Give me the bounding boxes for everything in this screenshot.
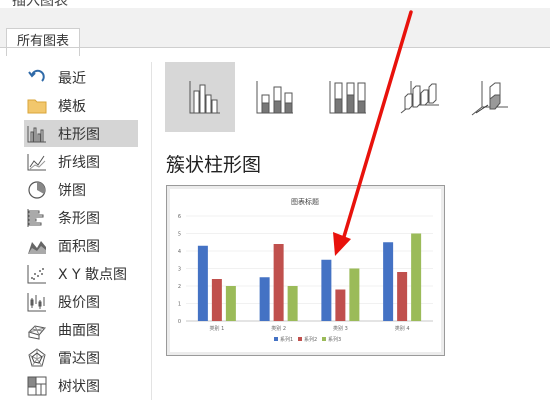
bar-系列3-4	[411, 233, 422, 321]
3d-stacked-column-icon[interactable]	[457, 62, 527, 132]
sidebar-item-label: 柱形图	[58, 126, 100, 143]
sidebar-item-label: 曲面图	[58, 322, 100, 339]
y-tick-label: 1	[178, 302, 181, 308]
chart-subtype-gallery	[165, 62, 550, 134]
x-tick-label: 类别 2	[271, 325, 286, 332]
bar-系列3-3	[349, 268, 360, 321]
sidebar-item-label: 饼图	[58, 182, 86, 199]
legend-label: 系列3	[328, 336, 341, 343]
bar-chart-icon	[26, 208, 48, 228]
x-tick-label: 类别 3	[333, 325, 348, 332]
sidebar-item-label: X Y 散点图	[58, 266, 128, 283]
chart-preview-canvas: 图表标题 0 1 2 3 4 5 6 类别 1 类别 2 类别 3 类别 4 系列1 系列2 系列3	[170, 189, 441, 352]
sidebar-item-scatter[interactable]: X Y 散点图	[24, 260, 138, 287]
legend-swatch	[274, 337, 278, 341]
y-tick-label: 3	[178, 267, 181, 273]
bar-系列1-4	[383, 242, 394, 321]
x-tick-label: 类别 4	[395, 325, 410, 332]
legend-label: 系列2	[304, 336, 317, 343]
bar-系列2-3	[335, 289, 346, 321]
legend-label: 系列1	[280, 336, 293, 343]
stacked-column-icon[interactable]	[238, 62, 308, 132]
3d-clustered-column-icon[interactable]	[384, 62, 454, 132]
line-chart-icon	[26, 152, 48, 172]
sidebar-item-stock[interactable]: 股价图	[24, 288, 138, 315]
treemap-chart-icon	[26, 376, 48, 396]
bar-系列1-3	[321, 259, 332, 321]
area-chart-icon	[26, 236, 48, 256]
sidebar-item-line[interactable]: 折线图	[24, 148, 138, 175]
legend-swatch	[322, 337, 326, 341]
tab-divider	[0, 47, 550, 48]
y-tick-label: 4	[178, 249, 181, 255]
bar-系列1-2	[259, 277, 270, 321]
bar-系列3-1	[225, 286, 236, 321]
sidebar-item-label: 模板	[58, 98, 86, 115]
sidebar-item-pie[interactable]: 饼图	[24, 176, 138, 203]
sidebar-item-label: 最近	[58, 70, 86, 87]
dialog-title-bar: 插入图表	[0, 0, 550, 8]
sidebar-item-bar[interactable]: 条形图	[24, 204, 138, 231]
sidebar-item-treemap[interactable]: 树状图	[24, 372, 138, 399]
tab-strip: 所有图表	[0, 8, 550, 56]
scatter-chart-icon	[26, 264, 48, 284]
bar-系列3-2	[287, 286, 298, 321]
column-chart-icon	[26, 124, 48, 144]
sidebar-item-label: 雷达图	[58, 350, 100, 367]
y-tick-label: 6	[178, 214, 181, 220]
bar-系列2-4	[397, 272, 408, 321]
panel-divider	[151, 62, 152, 400]
y-tick-label: 2	[178, 284, 181, 290]
3d-100-stacked-column-icon[interactable]	[530, 62, 550, 132]
100-stacked-column-icon[interactable]	[311, 62, 381, 132]
preview-chart: 图表标题 0 1 2 3 4 5 6 类别 1 类别 2 类别 3 类别 4 系列1 系列2 系列3	[178, 197, 433, 343]
folder-icon	[26, 96, 48, 116]
x-tick-label: 类别 1	[209, 325, 224, 332]
bar-系列2-2	[273, 244, 284, 321]
sidebar-item-label: 树状图	[58, 378, 100, 395]
sidebar-item-label: 条形图	[58, 210, 100, 227]
sidebar-item-radar[interactable]: 雷达图	[24, 344, 138, 371]
sidebar-item-recent[interactable]: 最近	[24, 64, 138, 91]
sidebar-item-label: 股价图	[58, 294, 100, 311]
bar-系列2-1	[211, 279, 222, 321]
y-tick-label: 5	[178, 232, 181, 238]
sidebar-item-label: 折线图	[58, 154, 100, 171]
stock-chart-icon	[26, 292, 48, 312]
chart-subtype-title: 簇状柱形图	[166, 154, 262, 176]
chart-type-sidebar: 最近 模板 柱形图 折线图 饼图 条形图 面积图 X Y 散点图 股价图 曲面图…	[20, 62, 140, 400]
sidebar-item-area[interactable]: 面积图	[24, 232, 138, 259]
surface-chart-icon	[26, 320, 48, 340]
chart-title: 图表标题	[291, 197, 319, 206]
sidebar-item-surface[interactable]: 曲面图	[24, 316, 138, 343]
sidebar-item-templates[interactable]: 模板	[24, 92, 138, 119]
clustered-column-icon[interactable]	[165, 62, 235, 132]
bar-系列1-1	[197, 245, 208, 321]
recent-icon	[26, 68, 48, 88]
chart-preview[interactable]: 图表标题 0 1 2 3 4 5 6 类别 1 类别 2 类别 3 类别 4 系列1 系列2 系列3	[166, 185, 445, 356]
dialog-title: 插入图表	[12, 0, 68, 8]
pie-chart-icon	[26, 180, 48, 200]
sidebar-item-column[interactable]: 柱形图	[24, 120, 138, 147]
tab-all-charts[interactable]: 所有图表	[6, 28, 80, 56]
legend-swatch	[298, 337, 302, 341]
sidebar-item-label: 面积图	[58, 238, 100, 255]
y-tick-label: 0	[178, 319, 181, 325]
radar-chart-icon	[26, 347, 48, 368]
